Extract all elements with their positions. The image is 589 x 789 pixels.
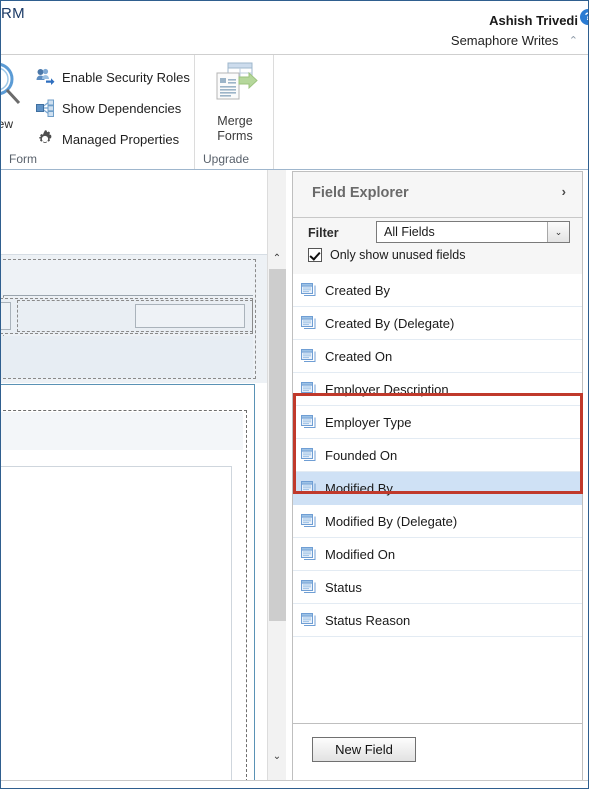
only-unused-fields-checkbox-row[interactable]: Only show unused fields: [308, 248, 466, 262]
field-list-item[interactable]: Created On: [293, 340, 582, 373]
field-list-item[interactable]: Modified By (Delegate): [293, 505, 582, 538]
ribbon-group-upgrade: Merge Forms Upgrade: [195, 55, 274, 169]
field-icon: [301, 283, 316, 297]
field-list-item[interactable]: Founded On: [293, 439, 582, 472]
enable-security-roles-button[interactable]: Enable Security Roles: [35, 64, 190, 90]
merge-forms-label-line1: Merge: [217, 114, 253, 128]
field-explorer-footer: New Field: [293, 723, 582, 782]
field-list-item-label: Status Reason: [325, 612, 411, 628]
preview-magnifier-icon: [1, 62, 29, 117]
security-roles-icon: [35, 67, 55, 87]
top-bar: RM Ashish Trivedi ? Semaphore Writes ⌃: [1, 1, 588, 55]
field-list-item-label: Modified By (Delegate): [325, 513, 458, 529]
new-field-button[interactable]: New Field: [312, 737, 416, 762]
merge-forms-label-line2: Forms: [217, 129, 253, 144]
window-bottom-strip: [1, 780, 588, 788]
user-name: Ashish Trivedi: [489, 13, 578, 28]
preview-button[interactable]: view ▾: [1, 59, 29, 131]
ribbon-group-label-upgrade: Upgrade: [203, 152, 250, 166]
ribbon: view ▾ Enable Security Roles: [1, 55, 588, 170]
field-icon: [301, 415, 316, 429]
field-list-item-label: Created By: [325, 282, 391, 298]
show-dependencies-button[interactable]: Show Dependencies: [35, 95, 181, 121]
ribbon-empty-area: [274, 55, 588, 169]
dependencies-icon: [35, 98, 55, 118]
field-list-item-label: Employer Type: [325, 414, 412, 430]
field-list-item[interactable]: Employer Type: [293, 406, 582, 439]
chevron-down-icon[interactable]: ⌄: [547, 222, 569, 242]
field-icon: [301, 481, 316, 495]
canvas-top-blank: [1, 170, 267, 254]
field-list-item[interactable]: Created By (Delegate): [293, 307, 582, 340]
merge-forms-icon: [211, 62, 259, 109]
merge-forms-label: Merge Forms: [202, 114, 268, 145]
field-list[interactable]: Created By Created By (Delegate) Created O…: [293, 274, 582, 724]
field-icon: [301, 514, 316, 528]
filter-select-value: All Fields: [384, 225, 435, 239]
field-list-item-label: Modified On: [325, 546, 396, 562]
user-info-block: Ashish Trivedi ? Semaphore Writes ⌃: [450, 9, 588, 51]
enable-security-roles-label: Enable Security Roles: [62, 69, 190, 85]
managed-properties-label: Managed Properties: [62, 131, 180, 147]
help-icon[interactable]: ?: [580, 9, 588, 25]
form-header-lower-band[interactable]: [1, 336, 253, 378]
only-unused-fields-label: Only show unused fields: [330, 248, 466, 262]
chevron-up-icon[interactable]: ⌃: [569, 35, 578, 49]
scrollbar-thumb[interactable]: [269, 269, 286, 621]
form-header-cell-left[interactable]: [1, 302, 11, 330]
crm-form-editor-window: RM Ashish Trivedi ? Semaphore Writes ⌃: [0, 0, 589, 789]
managed-properties-button[interactable]: Managed Properties: [35, 126, 179, 152]
form-design-canvas[interactable]: [1, 170, 267, 782]
field-icon: [301, 382, 316, 396]
field-explorer-title: Field Explorer: [312, 185, 409, 201]
field-icon: [301, 316, 316, 330]
only-unused-fields-checkbox[interactable]: [308, 248, 322, 262]
preview-button-label: view: [1, 117, 13, 131]
scroll-down-icon[interactable]: ⌄: [268, 748, 286, 765]
field-icon: [301, 580, 316, 594]
merge-forms-button[interactable]: Merge Forms: [202, 61, 268, 145]
field-list-item-label: Created On: [325, 348, 393, 364]
form-body-inner-container[interactable]: [1, 466, 232, 782]
crm-logo: RM: [1, 5, 25, 22]
field-list-item-label: Created By (Delegate): [325, 315, 455, 331]
field-list-item-label: Status: [325, 579, 362, 595]
field-list-item[interactable]: Modified On: [293, 538, 582, 571]
field-explorer-header: Field Explorer ›: [293, 172, 582, 218]
field-list-item[interactable]: Status: [293, 571, 582, 604]
canvas-vertical-scrollbar[interactable]: ⌃ ⌄: [267, 170, 286, 782]
scroll-up-icon[interactable]: ⌃: [268, 250, 286, 267]
form-header-field-placeholder[interactable]: [135, 304, 245, 328]
field-list-item[interactable]: Modified By: [293, 472, 582, 505]
gear-icon: [35, 129, 55, 149]
field-list-item-label: Modified By: [325, 480, 393, 496]
ribbon-group-label-form: Form: [9, 152, 37, 166]
field-list-item[interactable]: Employer Description: [293, 373, 582, 406]
field-explorer-panel: Field Explorer › Filter All Fields ⌄ Onl…: [292, 171, 583, 783]
organization-name: Semaphore Writes: [450, 33, 559, 48]
form-header-title-row[interactable]: [3, 260, 253, 296]
field-list-item-label: Employer Description: [325, 381, 449, 397]
field-list-item-label: Founded On: [325, 447, 398, 463]
field-explorer-filter-area: Filter All Fields ⌄ Only show unused fie…: [293, 218, 582, 275]
chevron-right-icon[interactable]: ›: [562, 184, 566, 199]
field-icon: [301, 448, 316, 462]
field-icon: [301, 613, 316, 627]
field-icon: [301, 547, 316, 561]
field-list-item[interactable]: Created By: [293, 274, 582, 307]
field-list-item[interactable]: Status Reason: [293, 604, 582, 637]
filter-label: Filter: [308, 226, 339, 240]
show-dependencies-label: Show Dependencies: [62, 100, 182, 116]
ribbon-group-form: view ▾ Enable Security Roles: [1, 55, 195, 169]
field-icon: [301, 349, 316, 363]
filter-select[interactable]: All Fields ⌄: [376, 221, 570, 243]
